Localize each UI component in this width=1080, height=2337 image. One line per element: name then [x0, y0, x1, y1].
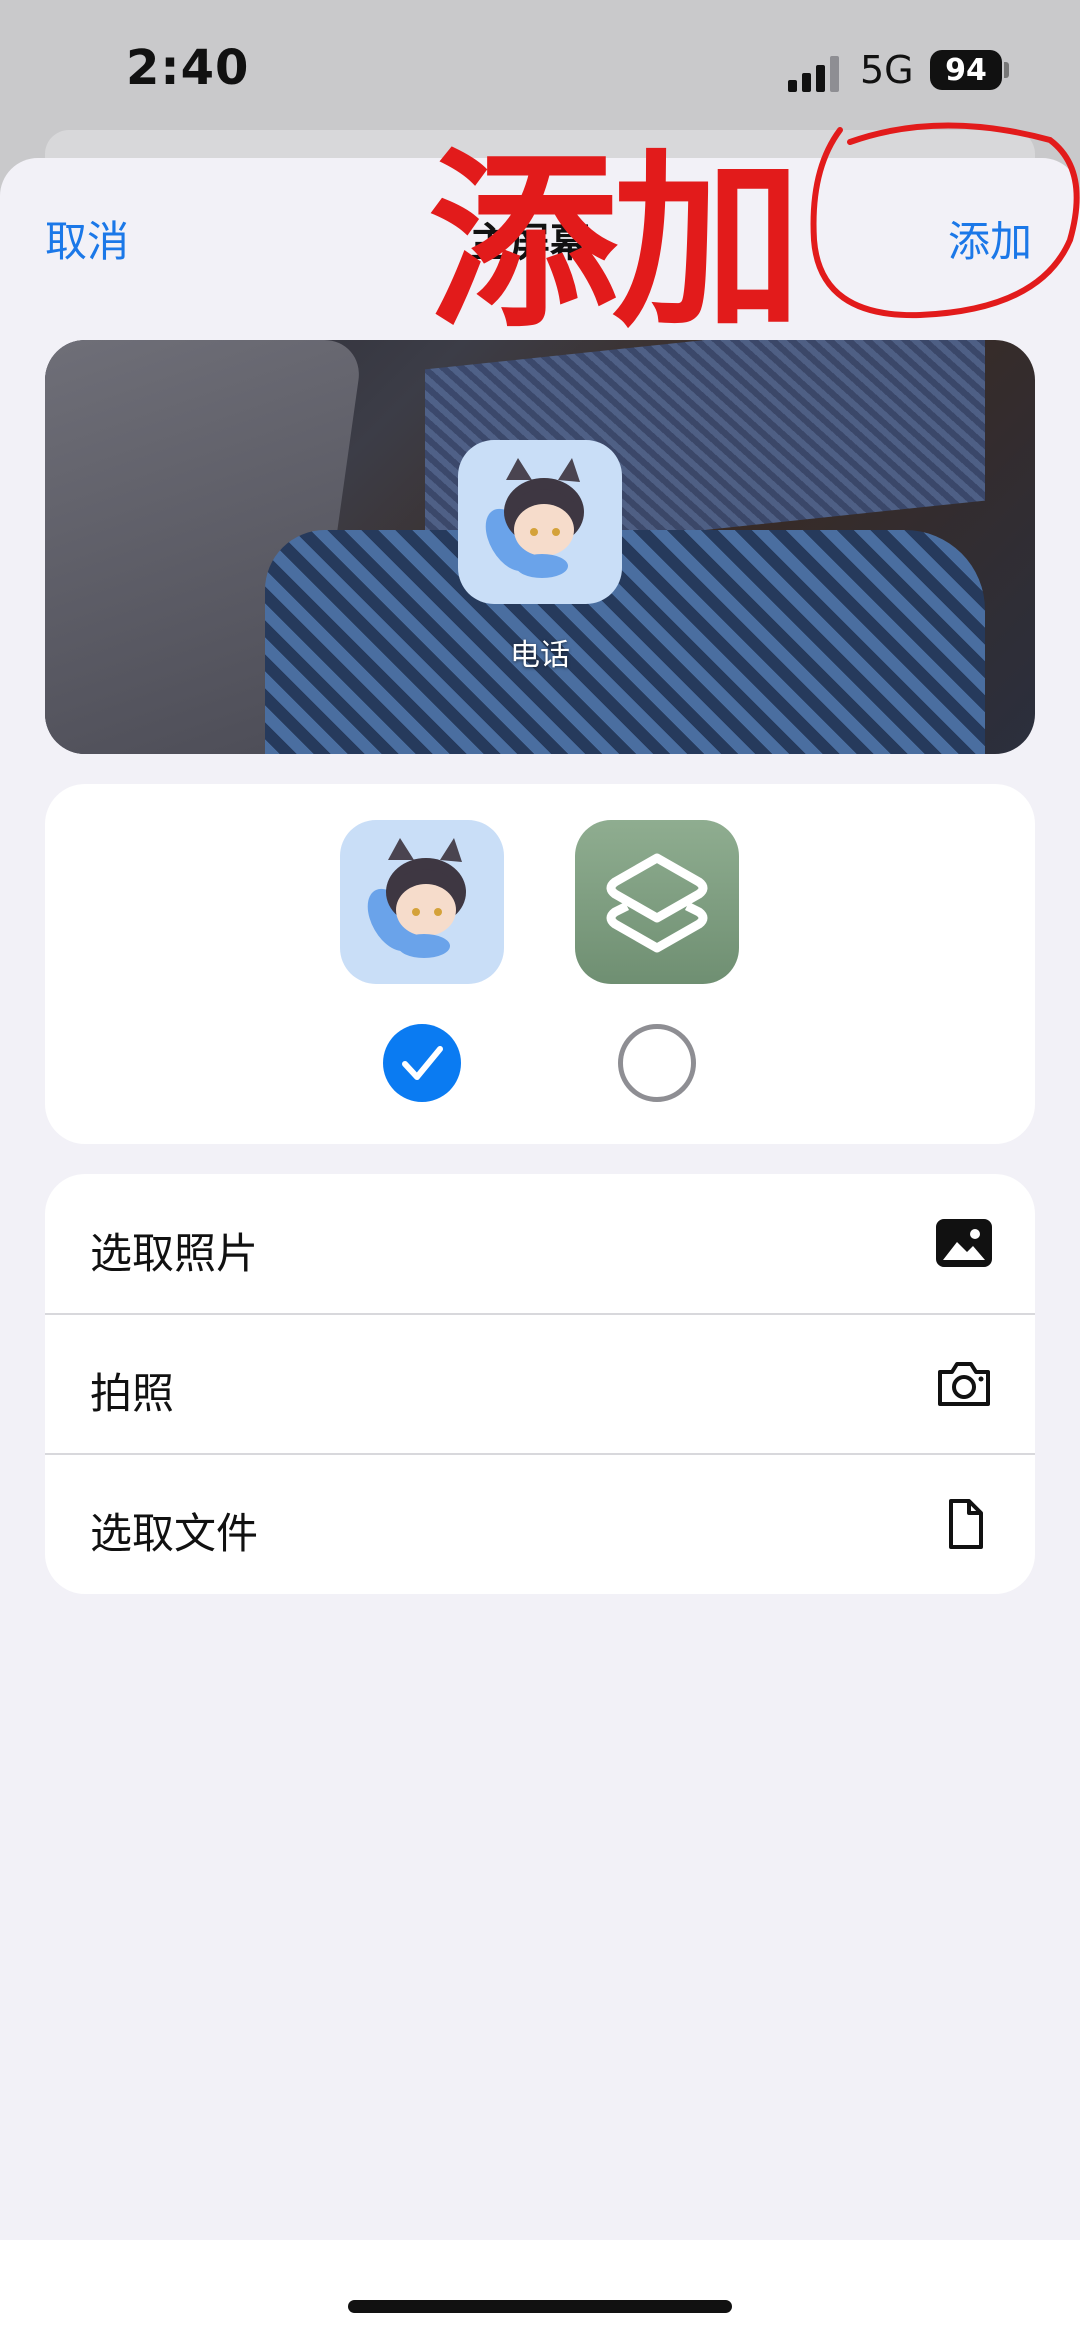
- icon-chooser-card: [45, 784, 1035, 1144]
- add-to-home-sheet: 取消 主屏幕 添加 电话 选取照片 拍照 选取文件: [0, 158, 1080, 2337]
- option-choose-photo[interactable]: 选取照片: [45, 1174, 1035, 1314]
- home-indicator[interactable]: [348, 2300, 732, 2313]
- avatar-icon: [367, 838, 466, 958]
- option-label: 选取文件: [90, 1509, 259, 1558]
- option-label: 选取照片: [90, 1229, 259, 1278]
- cancel-button[interactable]: 取消: [45, 208, 129, 269]
- home-screen-preview: 电话: [45, 340, 1035, 754]
- option-choose-file[interactable]: 选取文件: [45, 1454, 1035, 1594]
- file-icon: [949, 1499, 983, 1549]
- bottom-bar: [0, 2240, 1080, 2337]
- radio-custom-selected[interactable]: [383, 1024, 461, 1102]
- source-options-list: 选取照片 拍照 选取文件: [45, 1174, 1035, 1594]
- annotation-circle: [810, 122, 1080, 319]
- battery-nub: [1004, 62, 1009, 78]
- cellular-signal-icon: [788, 56, 839, 92]
- annotation-text: 添加: [428, 132, 802, 353]
- checkmark-icon: [402, 1046, 443, 1080]
- network-type: 5G: [860, 48, 914, 92]
- option-take-photo[interactable]: 拍照: [45, 1314, 1035, 1454]
- avatar-icon: [485, 458, 584, 578]
- camera-icon: [938, 1362, 990, 1406]
- status-time: 2:40: [126, 40, 250, 96]
- battery-indicator: 94: [930, 50, 1002, 90]
- app-icon-preview: [458, 440, 622, 604]
- icon-option-custom[interactable]: [340, 820, 504, 984]
- icon-option-shortcuts[interactable]: [575, 820, 739, 984]
- radio-shortcuts-unselected[interactable]: [618, 1024, 696, 1102]
- app-name-label: 电话: [510, 638, 570, 673]
- shortcuts-layers-icon: [606, 853, 708, 953]
- option-label: 拍照: [90, 1369, 175, 1418]
- photo-icon: [936, 1219, 992, 1267]
